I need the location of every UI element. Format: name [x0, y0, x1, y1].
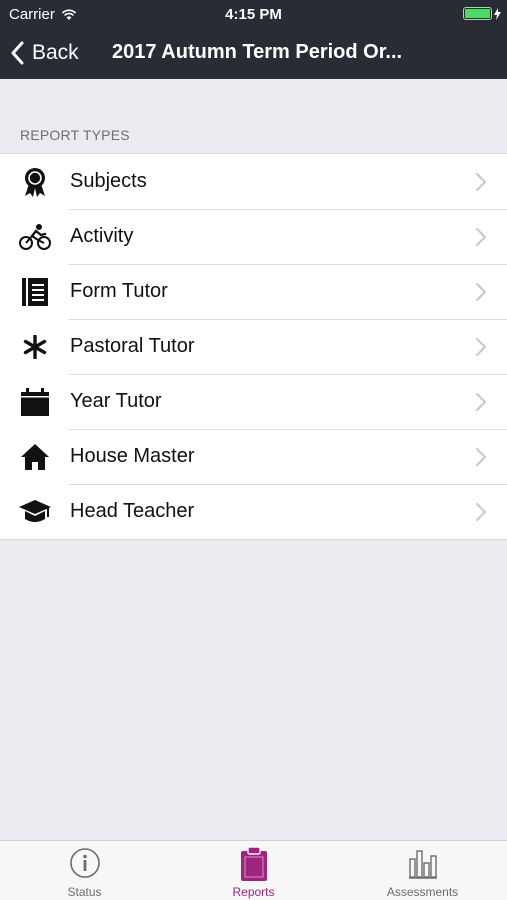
- chevron-right-icon: [476, 448, 486, 466]
- list-item-label: Pastoral Tutor: [70, 335, 195, 357]
- list-item-label: Subjects: [70, 170, 147, 192]
- list-item-label: Activity: [70, 225, 134, 247]
- chevron-right-icon: [476, 283, 486, 301]
- list-item-label: Head Teacher: [70, 500, 195, 522]
- calendar-icon: [18, 386, 52, 418]
- section-header: REPORT TYPES: [20, 127, 130, 143]
- page-title: 2017 Autumn Term Period Or...: [112, 41, 402, 63]
- charging-bolt-icon: [494, 7, 501, 20]
- battery-icon: [463, 7, 492, 20]
- tab-reports[interactable]: Reports: [169, 841, 338, 900]
- report-types-list: Subjects Activity Form Tutor Pastoral Tu…: [0, 153, 507, 540]
- tab-label: Status: [67, 885, 102, 899]
- chevron-left-icon: [11, 41, 24, 65]
- award-ribbon-icon: [18, 166, 52, 198]
- tab-assessments[interactable]: Assessments: [338, 841, 507, 900]
- document-icon: [18, 276, 52, 308]
- navigation-bar: Back 2017 Autumn Term Period Or...: [0, 28, 507, 79]
- tab-label: Assessments: [386, 885, 459, 899]
- tab-status[interactable]: Status: [0, 841, 169, 900]
- graduation-cap-icon: [18, 496, 52, 528]
- chevron-right-icon: [476, 393, 486, 411]
- top-bar: Carrier 4:15 PM Back 2017 Autumn Term Pe…: [0, 0, 507, 79]
- list-item-year-tutor[interactable]: Year Tutor: [0, 374, 507, 429]
- info-icon: [69, 848, 100, 878]
- house-icon: [18, 441, 52, 473]
- back-button[interactable]: Back: [10, 38, 79, 68]
- bar-chart-icon: [408, 850, 437, 879]
- list-item-label: Year Tutor: [70, 390, 162, 412]
- list-item-pastoral-tutor[interactable]: Pastoral Tutor: [0, 319, 507, 374]
- list-item-form-tutor[interactable]: Form Tutor: [0, 264, 507, 319]
- cyclist-icon: [18, 221, 52, 253]
- list-item-label: Form Tutor: [70, 280, 168, 302]
- clock: 4:15 PM: [225, 6, 282, 23]
- list-item-head-teacher[interactable]: Head Teacher: [0, 484, 507, 539]
- chevron-right-icon: [476, 173, 486, 191]
- list-item-house-master[interactable]: House Master: [0, 429, 507, 484]
- chevron-right-icon: [476, 503, 486, 521]
- asterisk-icon: [18, 331, 52, 363]
- clipboard-icon: [240, 847, 267, 881]
- list-item-label: House Master: [70, 445, 195, 467]
- tab-label: Reports: [232, 885, 275, 899]
- list-item-activity[interactable]: Activity: [0, 209, 507, 264]
- battery-indicator: [463, 7, 501, 20]
- chevron-right-icon: [476, 338, 486, 356]
- chevron-right-icon: [476, 228, 486, 246]
- tab-bar: Status Reports Assessments: [0, 840, 507, 900]
- list-item-subjects[interactable]: Subjects: [0, 154, 507, 209]
- status-bar: Carrier 4:15 PM: [0, 0, 507, 28]
- back-label: Back: [32, 41, 79, 64]
